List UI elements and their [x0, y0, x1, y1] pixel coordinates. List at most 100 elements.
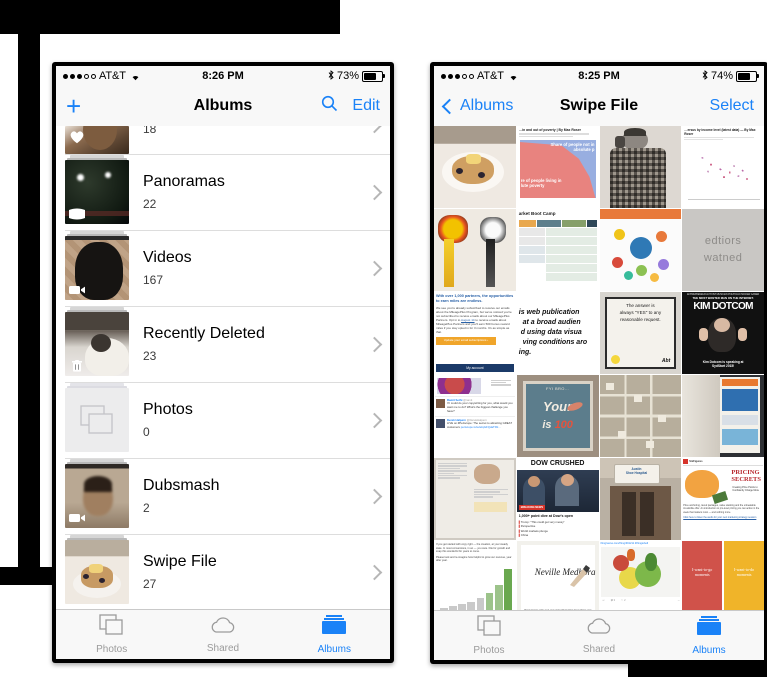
album-thumbnail	[65, 535, 129, 604]
edit-button[interactable]: Edit	[352, 97, 380, 115]
status-bar-right: 73%	[328, 69, 385, 83]
chevron-right-icon	[366, 564, 383, 580]
albums-list[interactable]: 18 Panoramas 22 Videos 167 Recently Dele…	[56, 126, 390, 610]
table-row[interactable]: Panoramas 22	[56, 154, 390, 230]
tab-label: Photos	[96, 644, 128, 655]
table-row[interactable]: 18	[56, 126, 390, 154]
grid-photo-magazine-page[interactable]	[682, 375, 764, 457]
album-title: Swipe File	[143, 553, 217, 570]
table-row[interactable]: Videos 167	[56, 230, 390, 306]
trash-icon	[68, 359, 86, 373]
empty-album-placeholder-icon	[65, 388, 129, 452]
grid-photo-framed-quote[interactable]: The answer is always "YES" to any reasonab…	[599, 292, 682, 374]
grid-doc-infographic-circles[interactable]	[599, 209, 682, 291]
bluetooth-icon	[328, 69, 334, 83]
grid-chart-bar[interactable]: If you get started with copy right — the…	[434, 541, 516, 611]
battery-percent-label: 74%	[710, 70, 733, 82]
tab-label: Photos	[473, 645, 505, 656]
screen-albums: AT&T 8:26 PM 73% + Albums Edit 18 Panora…	[56, 66, 390, 659]
album-count: 23	[143, 349, 157, 363]
tab-label: Shared	[582, 644, 616, 655]
navigation-bar-right: Edit	[321, 95, 380, 117]
chevron-right-icon	[366, 126, 383, 134]
grid-photo-edtiors-watned[interactable]: edtiors watned	[682, 209, 764, 291]
back-button-label: Albums	[460, 97, 514, 114]
grid-photo-kim-dotcom-poster[interactable]: ENTREPRENEUR ACTIVIST MUSICIAN POLITICIA…	[682, 292, 764, 374]
grid-doc-twitter-replies[interactable]: Ramit Sethi @ramit If I could do your co…	[434, 375, 516, 457]
chevron-right-icon	[366, 412, 383, 428]
album-count: 22	[143, 197, 157, 211]
tab-shared[interactable]: Shared	[167, 610, 278, 659]
grid-photo-austin-shoe-hospital[interactable]: Austin Shoe Hospital	[599, 458, 682, 540]
grid-photo-network-diagram[interactable]	[599, 375, 682, 457]
album-count: 167	[143, 273, 164, 287]
grid-photo-man-camera[interactable]	[599, 126, 682, 208]
tab-label: Albums	[317, 644, 351, 655]
album-title: Recently Deleted	[143, 325, 265, 342]
grid-doc-web-publication[interactable]: is web publication at a broad audien d u…	[516, 292, 599, 374]
video-icon	[68, 511, 86, 525]
grid-doc-mileageplus-email[interactable]: With over 1,000 partners, the opportunit…	[434, 292, 516, 374]
stacked-squares-icon	[99, 614, 124, 641]
album-thumbnail	[65, 459, 129, 528]
grid-doc-pricing-secrets[interactable]: SixFigures PRICING SECRETS Creating Price…	[682, 458, 764, 540]
grid-doc-moments-cards[interactable]: I-want-to-go moments I-want-to-do moments	[682, 541, 764, 611]
chevron-left-icon	[441, 98, 458, 114]
photo-grid[interactable]: …in and out of poverty | By Max Roser Sh…	[434, 126, 764, 611]
chevron-right-icon	[366, 488, 383, 504]
album-thumbnail	[65, 231, 129, 300]
album-title: Dubsmash	[143, 477, 220, 494]
grid-photo-pancakes[interactable]	[434, 126, 516, 208]
album-title: Panoramas	[143, 173, 225, 190]
grid-photo-dow-crushed[interactable]: DOW CRUSHED BREAKING NEWS 1,000+ point d…	[516, 458, 599, 540]
cloud-icon	[585, 616, 613, 641]
annotation-black-bar-top	[0, 0, 340, 34]
grid-chart-poverty[interactable]: …in and out of poverty | By Max Roser Sh…	[516, 126, 599, 208]
table-row-swipe-file[interactable]: Swipe File 27	[56, 534, 390, 610]
back-button[interactable]: Albums	[441, 97, 514, 115]
composite-screenshot: AT&T 8:26 PM 73% + Albums Edit 18 Panora…	[0, 0, 767, 677]
tab-label: Albums	[692, 645, 726, 656]
bluetooth-icon	[702, 69, 708, 83]
grid-doc-signature[interactable]: Neville Medhora "Conversion rates just g…	[516, 541, 599, 611]
stacked-squares-icon	[476, 615, 502, 642]
tab-label: Shared	[206, 643, 240, 654]
album-count: 0	[143, 425, 150, 439]
chevron-right-icon	[366, 184, 383, 200]
table-row[interactable]: Photos 0	[56, 382, 390, 458]
grid-photo-paint-splash[interactable]	[434, 209, 516, 291]
phone-swipe-file-grid: AT&T 8:25 PM 74% Albums Swipe File Selec…	[430, 62, 767, 664]
search-icon[interactable]	[321, 95, 338, 117]
album-thumbnail	[65, 307, 129, 376]
chevron-right-icon	[366, 260, 383, 276]
grid-photo-vegetables-tweet[interactable]: thingiverse.com/thing/391211 #thingiebel…	[599, 541, 682, 611]
tab-albums[interactable]: Albums	[654, 611, 764, 660]
panorama-icon	[68, 207, 86, 221]
status-bar: AT&T 8:26 PM 73%	[56, 66, 390, 86]
tab-photos[interactable]: Photos	[56, 610, 167, 659]
tab-shared[interactable]: Shared	[544, 611, 654, 660]
grid-photo-fyi-bro-poster[interactable]: FYI BRO… Your is 100	[516, 375, 599, 457]
tab-photos[interactable]: Photos	[434, 611, 544, 660]
tab-bar[interactable]: Photos Shared Albums	[56, 609, 390, 659]
heart-icon	[68, 130, 86, 144]
status-bar-right: 74%	[702, 69, 759, 83]
grid-chart-scatter[interactable]: …ersus by income level (latest data) — B…	[682, 126, 764, 208]
screen-swipe-file: AT&T 8:25 PM 74% Albums Swipe File Selec…	[434, 66, 764, 660]
phone-albums-list: AT&T 8:26 PM 73% + Albums Edit 18 Panora…	[52, 62, 394, 663]
album-thumbnail	[65, 383, 129, 452]
navigation-bar-right: Select	[710, 97, 754, 115]
navigation-bar: Albums Swipe File Select	[434, 86, 764, 127]
grid-photo-newspaper-clipping[interactable]	[434, 458, 516, 540]
table-row[interactable]: Recently Deleted 23	[56, 306, 390, 382]
tab-albums[interactable]: Albums	[279, 610, 390, 659]
battery-icon	[362, 70, 385, 82]
select-button[interactable]: Select	[710, 97, 754, 115]
tab-bar[interactable]: Photos Shared Albums	[434, 610, 764, 660]
table-row[interactable]: Dubsmash 2	[56, 458, 390, 534]
video-icon	[68, 283, 86, 297]
album-title: Photos	[143, 401, 193, 418]
grid-doc-bootcamp-table[interactable]: arket Boot Camp	[516, 209, 599, 291]
album-count: 27	[143, 577, 157, 591]
album-thumbnail	[65, 126, 129, 154]
